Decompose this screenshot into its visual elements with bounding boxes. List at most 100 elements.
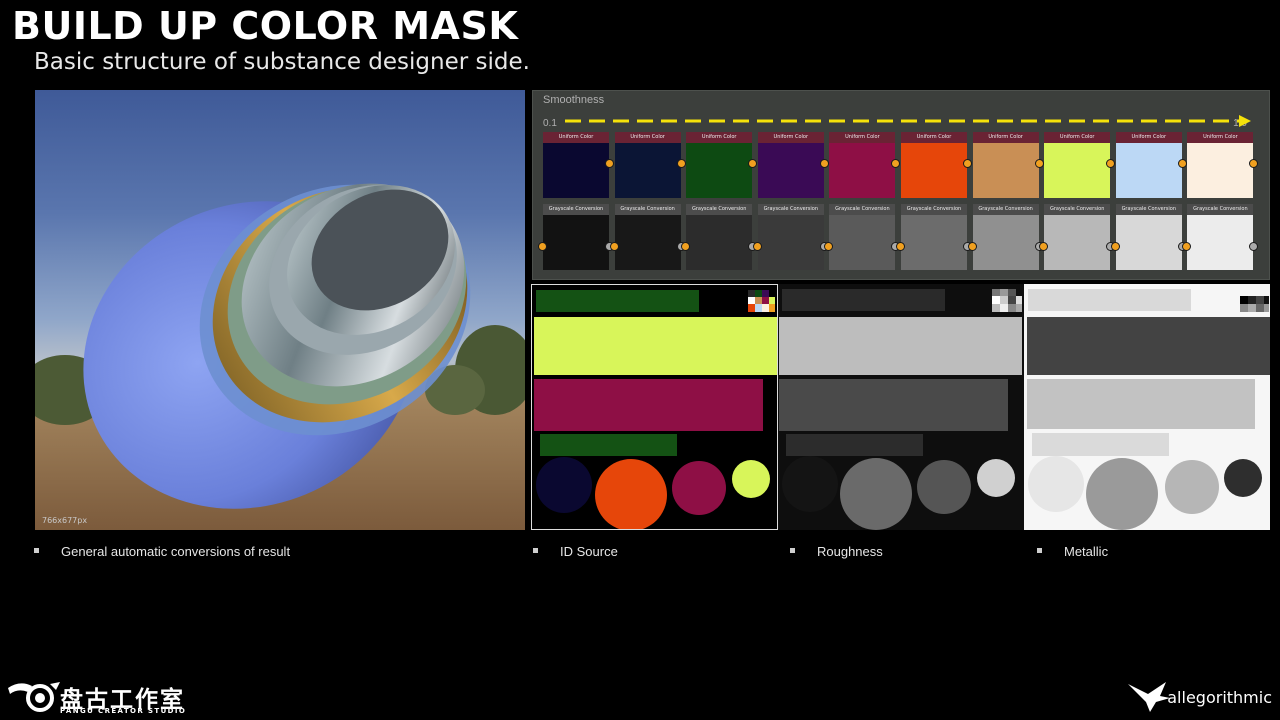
node-title: Uniform Color bbox=[901, 132, 967, 143]
input-port[interactable] bbox=[752, 242, 762, 251]
bullet-roughness: Roughness bbox=[790, 544, 883, 559]
node-title: Uniform Color bbox=[972, 132, 1039, 143]
uniform-color-node[interactable]: Uniform Color bbox=[686, 132, 758, 198]
render-size-caption: 766x677px bbox=[42, 516, 88, 525]
node-title: Grayscale Conversion bbox=[1115, 204, 1182, 215]
node-gray-preview bbox=[609, 215, 686, 270]
uniform-color-node[interactable]: Uniform Color bbox=[1044, 132, 1116, 198]
node-gray-preview bbox=[538, 215, 614, 270]
input-port[interactable] bbox=[1182, 242, 1192, 251]
input-port[interactable] bbox=[609, 242, 619, 251]
roughness-mask bbox=[778, 284, 1024, 530]
node-title: Uniform Color bbox=[543, 132, 609, 143]
output-port[interactable] bbox=[605, 159, 614, 168]
node-color-preview bbox=[757, 143, 829, 198]
slide-title: BUILD UP COLOR MASK bbox=[12, 4, 519, 48]
grayscale-conversion-node[interactable]: Grayscale Conversion bbox=[1182, 204, 1259, 270]
input-port[interactable] bbox=[1110, 242, 1120, 251]
output-port[interactable] bbox=[819, 159, 829, 168]
grayscale-conversion-node[interactable]: Grayscale Conversion bbox=[1039, 204, 1116, 270]
node-title: Uniform Color bbox=[686, 132, 753, 143]
node-gray-preview bbox=[1110, 215, 1187, 270]
uniform-color-node[interactable]: Uniform Color bbox=[972, 132, 1044, 198]
output-port[interactable] bbox=[676, 159, 686, 168]
uniform-color-node[interactable]: Uniform Color bbox=[901, 132, 972, 198]
material-sphere-image bbox=[35, 183, 525, 530]
node-color-preview bbox=[972, 143, 1044, 198]
substance-node-graph: Smoothness 0.1 1.0 Uniform ColorUniform … bbox=[532, 90, 1270, 280]
input-port[interactable] bbox=[1039, 242, 1049, 251]
range-min-label: 0.1 bbox=[543, 118, 557, 129]
output-port[interactable] bbox=[748, 159, 758, 168]
node-title: Grayscale Conversion bbox=[901, 204, 967, 215]
input-port[interactable] bbox=[681, 242, 691, 251]
node-color-preview bbox=[829, 143, 901, 198]
node-title: Uniform Color bbox=[614, 132, 681, 143]
node-title: Uniform Color bbox=[1044, 132, 1111, 143]
grayscale-conversion-node[interactable]: Grayscale Conversion bbox=[896, 204, 972, 270]
input-port[interactable] bbox=[824, 242, 834, 251]
uniform-color-node[interactable]: Uniform Color bbox=[1187, 132, 1259, 198]
grayscale-conversion-node[interactable]: Grayscale Conversion bbox=[681, 204, 758, 270]
output-port[interactable] bbox=[1034, 159, 1044, 168]
pangu-logo-english: PANGU CREATOR STUDIO bbox=[60, 707, 187, 715]
node-gray-preview bbox=[1182, 215, 1259, 270]
uniform-color-node[interactable]: Uniform Color bbox=[1115, 132, 1187, 198]
node-color-preview bbox=[1115, 143, 1187, 198]
uniform-color-node[interactable]: Uniform Color bbox=[829, 132, 901, 198]
node-title: Grayscale Conversion bbox=[543, 204, 609, 215]
node-gray-preview bbox=[824, 215, 901, 270]
bullet-id-source-text: ID Source bbox=[560, 544, 618, 559]
node-color-preview bbox=[901, 143, 972, 198]
node-title: Grayscale Conversion bbox=[829, 204, 896, 215]
grayscale-conversion-node[interactable]: Grayscale Conversion bbox=[752, 204, 829, 270]
node-title: Grayscale Conversion bbox=[757, 204, 824, 215]
grayscale-conversion-node[interactable]: Grayscale Conversion bbox=[967, 204, 1044, 270]
output-port[interactable] bbox=[891, 159, 901, 168]
input-port[interactable] bbox=[967, 242, 977, 251]
node-title: Uniform Color bbox=[757, 132, 824, 143]
node-title: Grayscale Conversion bbox=[1187, 204, 1254, 215]
grayscale-conversion-node[interactable]: Grayscale Conversion bbox=[538, 204, 614, 270]
bullet-marker bbox=[790, 548, 795, 554]
bullet-marker bbox=[34, 548, 39, 554]
metallic-palette-swatch bbox=[1240, 296, 1269, 312]
node-color-preview bbox=[686, 143, 758, 198]
node-gray-preview bbox=[681, 215, 758, 270]
material-render-preview: 766x677px bbox=[35, 90, 525, 530]
uniform-color-node[interactable]: Uniform Color bbox=[614, 132, 686, 198]
smoothness-arrow bbox=[565, 115, 1251, 127]
grayscale-conversion-node[interactable]: Grayscale Conversion bbox=[824, 204, 901, 270]
node-color-preview bbox=[543, 143, 614, 198]
output-port[interactable] bbox=[1106, 159, 1116, 168]
bullet-roughness-text: Roughness bbox=[817, 544, 883, 559]
palette-swatch bbox=[748, 290, 775, 312]
input-port[interactable] bbox=[538, 242, 547, 251]
output-port[interactable] bbox=[1249, 242, 1259, 251]
node-color-preview bbox=[1044, 143, 1116, 198]
input-port[interactable] bbox=[896, 242, 905, 251]
node-color-preview bbox=[1187, 143, 1259, 198]
output-port[interactable] bbox=[1249, 159, 1259, 168]
grayscale-conversion-node[interactable]: Grayscale Conversion bbox=[609, 204, 686, 270]
bullet-metallic: Metallic bbox=[1037, 544, 1108, 559]
allegorithmic-logo-text: allegorithmic bbox=[1167, 688, 1272, 707]
grayscale-conversion-node[interactable]: Grayscale Conversion bbox=[1110, 204, 1187, 270]
node-gray-preview bbox=[752, 215, 829, 270]
node-title: Uniform Color bbox=[1187, 132, 1254, 143]
node-gray-preview bbox=[967, 215, 1044, 270]
uniform-color-node[interactable]: Uniform Color bbox=[757, 132, 829, 198]
bullet-render: General automatic conversions of result bbox=[34, 544, 290, 559]
output-port[interactable] bbox=[1177, 159, 1187, 168]
node-title: Grayscale Conversion bbox=[972, 204, 1039, 215]
node-title: Grayscale Conversion bbox=[1044, 204, 1111, 215]
node-color-preview bbox=[614, 143, 686, 198]
slide-subtitle: Basic structure of substance designer si… bbox=[34, 49, 530, 75]
node-title: Uniform Color bbox=[829, 132, 896, 143]
output-port[interactable] bbox=[963, 159, 972, 168]
graph-label: Smoothness bbox=[543, 94, 605, 106]
bullet-marker bbox=[533, 548, 538, 554]
uniform-color-node[interactable]: Uniform Color bbox=[543, 132, 614, 198]
node-title: Grayscale Conversion bbox=[614, 204, 681, 215]
node-gray-preview bbox=[1039, 215, 1116, 270]
